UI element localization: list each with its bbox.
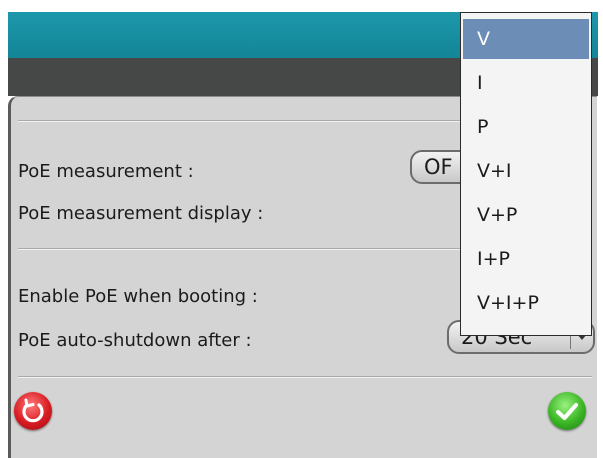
poe-auto-shutdown-label: PoE auto-shutdown after :: [18, 330, 252, 351]
measurement-display-menu: V I P V+I V+P I+P V+I+P: [460, 12, 592, 336]
checkmark-icon[interactable]: [548, 392, 586, 430]
menu-item-v-plus-i-plus-p[interactable]: V+I+P: [463, 283, 589, 323]
menu-item-i-plus-p[interactable]: I+P: [463, 239, 589, 279]
poe-measurement-display-label: PoE measurement display :: [18, 203, 264, 224]
poe-settings-screen: PoE measurement : OF PoE measurement dis…: [0, 0, 603, 458]
poe-measurement-label: PoE measurement :: [18, 161, 194, 182]
enable-poe-booting-label: Enable PoE when booting :: [18, 286, 258, 307]
menu-item-p[interactable]: P: [463, 107, 589, 147]
separator-bottom: [18, 376, 592, 378]
menu-item-v-plus-i[interactable]: V+I: [463, 151, 589, 191]
menu-item-v-plus-p[interactable]: V+P: [463, 195, 589, 235]
menu-item-v[interactable]: V: [463, 19, 589, 59]
menu-item-i[interactable]: I: [463, 63, 589, 103]
reset-icon[interactable]: [14, 392, 52, 430]
